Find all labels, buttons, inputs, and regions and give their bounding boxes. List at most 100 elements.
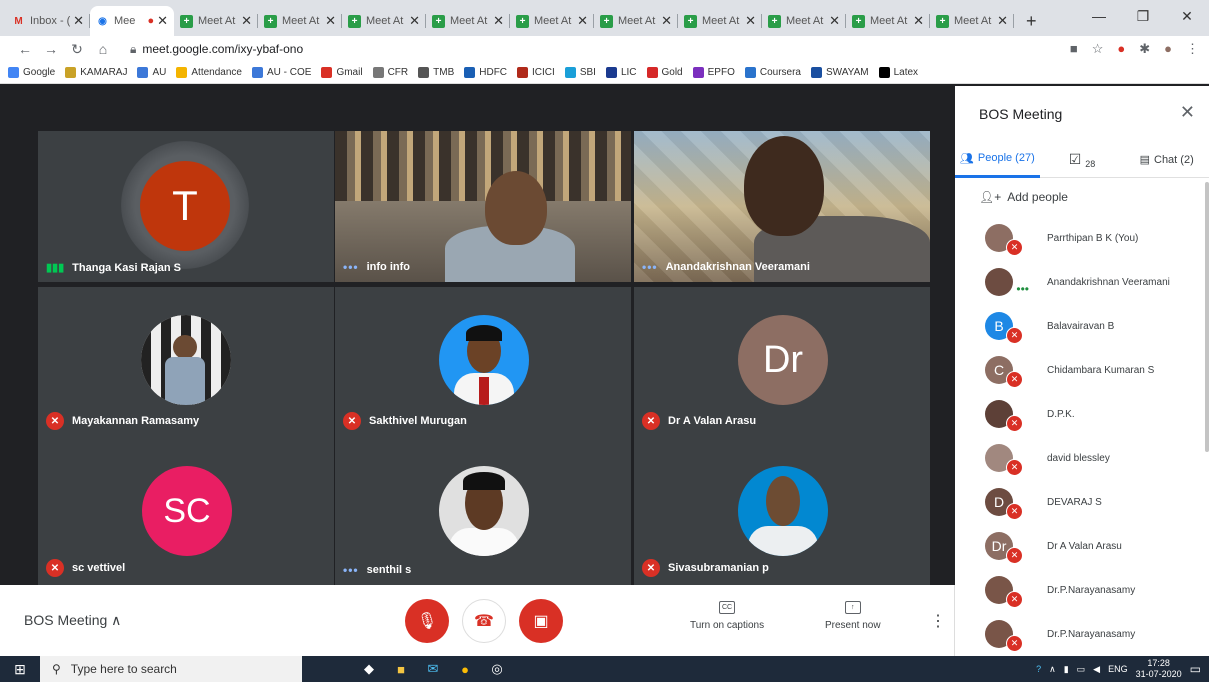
- puzzle-icon[interactable]: ✱: [1139, 41, 1150, 57]
- participant-tile[interactable]: ✕ Sakthivel Murugan: [335, 287, 631, 438]
- minimize-icon[interactable]: —: [1077, 0, 1121, 32]
- taskbar-search[interactable]: ⚲ Type here to search: [40, 656, 302, 682]
- bookmark-item[interactable]: TMB: [418, 67, 454, 78]
- browser-tab[interactable]: + Meet At ✕: [594, 6, 678, 36]
- extension-icon[interactable]: ●: [1117, 41, 1125, 57]
- clock[interactable]: 17:28 31-07-2020: [1136, 658, 1182, 680]
- participant-row[interactable]: Dr ✕ Dr A Valan Arasu: [955, 524, 1203, 568]
- participant-tile[interactable]: Dr ✕ Dr A Valan Arasu: [634, 287, 930, 438]
- participant-tile[interactable]: SC ✕ sc vettivel: [38, 436, 334, 585]
- microphone-toggle-button[interactable]: 🎙︎: [405, 599, 449, 643]
- home-icon[interactable]: ⌂: [90, 41, 116, 57]
- participant-tile[interactable]: ••• Anandakrishnan Veeramani: [634, 131, 930, 282]
- browser-tab[interactable]: + Meet At ✕: [846, 6, 930, 36]
- participant-row[interactable]: C ✕ Chidambara Kumaran S: [955, 348, 1203, 392]
- mail-icon[interactable]: ✉: [424, 660, 442, 678]
- profile-avatar[interactable]: ●: [1164, 41, 1172, 57]
- bookmark-item[interactable]: Gmail: [321, 67, 363, 78]
- close-tab-icon[interactable]: ✕: [913, 13, 924, 29]
- captions-button[interactable]: CC Turn on captions: [690, 601, 764, 631]
- close-window-icon[interactable]: ✕: [1165, 0, 1209, 32]
- camera-icon[interactable]: ■: [1070, 41, 1078, 57]
- bookmark-item[interactable]: AU - COE: [252, 67, 311, 78]
- participant-tile[interactable]: ✕ Mayakannan Ramasamy: [38, 287, 334, 438]
- more-options-icon[interactable]: ⋮: [930, 611, 946, 631]
- bookmark-item[interactable]: Gold: [646, 67, 683, 78]
- bookmark-item[interactable]: SBI: [564, 67, 596, 78]
- back-icon[interactable]: ←: [12, 41, 38, 57]
- tab-tasks[interactable]: ☑ 28: [1040, 142, 1125, 178]
- browser-tab[interactable]: ◉ Mee ● ✕: [90, 6, 174, 36]
- bookmark-star-icon[interactable]: ☆: [1092, 41, 1104, 57]
- browser-tab[interactable]: + Meet At ✕: [426, 6, 510, 36]
- bookmark-item[interactable]: Coursera: [744, 67, 801, 78]
- participant-row[interactable]: B ✕ Balavairavan B: [955, 304, 1203, 348]
- bookmark-item[interactable]: Latex: [878, 67, 918, 78]
- app-icon[interactable]: ◎: [488, 660, 506, 678]
- close-tab-icon[interactable]: ✕: [409, 13, 420, 29]
- participant-tile[interactable]: T ▮▮▮ Thanga Kasi Rajan S: [38, 131, 334, 282]
- bookmark-item[interactable]: EPFO: [692, 67, 735, 78]
- close-tab-icon[interactable]: ✕: [829, 13, 840, 29]
- bookmark-item[interactable]: Google: [8, 67, 55, 78]
- menu-kebab-icon[interactable]: ⋮: [1186, 41, 1199, 57]
- close-tab-icon[interactable]: ✕: [241, 13, 252, 29]
- close-tab-icon[interactable]: ✕: [325, 13, 336, 29]
- bookmark-item[interactable]: AU: [137, 67, 166, 78]
- meeting-details-button[interactable]: BOS Meeting ∧: [24, 612, 121, 629]
- help-icon[interactable]: ?: [1036, 664, 1041, 674]
- reload-icon[interactable]: ↻: [64, 41, 90, 58]
- browser-tab[interactable]: + Meet At ✕: [174, 6, 258, 36]
- new-tab-button[interactable]: +: [1014, 6, 1049, 36]
- bookmark-item[interactable]: LIC: [605, 67, 637, 78]
- bookmark-item[interactable]: ICICI: [517, 67, 555, 78]
- tab-people[interactable]: 👥︎ People (27): [955, 142, 1040, 178]
- close-tab-icon[interactable]: ✕: [157, 13, 168, 29]
- browser-tab[interactable]: M Inbox - (✕: [6, 6, 90, 36]
- browser-tab[interactable]: + Meet At ✕: [678, 6, 762, 36]
- participant-row[interactable]: ✕ D.P.K.: [955, 392, 1203, 436]
- network-icon[interactable]: ▮: [1064, 664, 1069, 675]
- bookmark-item[interactable]: SWAYAM: [811, 67, 869, 78]
- browser-tab[interactable]: + Meet At ✕: [762, 6, 846, 36]
- camera-toggle-button[interactable]: ▣: [519, 599, 563, 643]
- participant-tile[interactable]: ✕ Sivasubramanian p: [634, 436, 930, 585]
- close-icon[interactable]: ✕: [1180, 102, 1195, 123]
- chrome-icon[interactable]: ●: [456, 660, 474, 678]
- chevron-up-icon[interactable]: ∧: [1049, 664, 1056, 675]
- participant-row[interactable]: ✕ Dr.P.Narayanasamy: [955, 568, 1203, 612]
- leave-call-button[interactable]: ☎︎: [462, 599, 506, 643]
- app-icon[interactable]: ◆: [360, 660, 378, 678]
- participant-row[interactable]: ••• Anandakrishnan Veeramani: [955, 260, 1203, 304]
- participant-tile[interactable]: ••• senthil s: [335, 436, 631, 585]
- participant-row[interactable]: ✕ david blessley: [955, 436, 1203, 480]
- bookmark-item[interactable]: HDFC: [464, 67, 507, 78]
- present-now-button[interactable]: ↑ Present now: [825, 601, 881, 631]
- language-indicator[interactable]: ENG: [1108, 664, 1128, 674]
- browser-tab[interactable]: + Meet At ✕: [930, 6, 1014, 36]
- battery-icon[interactable]: ▭: [1077, 664, 1086, 675]
- browser-tab[interactable]: + Meet At ✕: [342, 6, 426, 36]
- panel-scrollbar[interactable]: [1205, 182, 1209, 452]
- windows-start-icon[interactable]: ⊞: [0, 656, 40, 682]
- participant-row[interactable]: ✕ Dr.P.Narayanasamy: [955, 612, 1203, 656]
- browser-tab[interactable]: + Meet At ✕: [258, 6, 342, 36]
- participant-row[interactable]: ✕ Parrthipan B K (You): [955, 216, 1203, 260]
- close-tab-icon[interactable]: ✕: [577, 13, 588, 29]
- volume-icon[interactable]: ◀: [1093, 664, 1100, 675]
- close-tab-icon[interactable]: ✕: [73, 13, 84, 29]
- add-people-button[interactable]: 👤︎+ Add people: [979, 190, 1068, 204]
- forward-icon[interactable]: →: [38, 41, 64, 57]
- close-tab-icon[interactable]: ✕: [493, 13, 504, 29]
- participant-row[interactable]: D ✕ DEVARAJ S: [955, 480, 1203, 524]
- close-tab-icon[interactable]: ✕: [745, 13, 756, 29]
- browser-tab[interactable]: + Meet At ✕: [510, 6, 594, 36]
- file-explorer-icon[interactable]: ■: [392, 660, 410, 678]
- close-tab-icon[interactable]: ✕: [661, 13, 672, 29]
- notification-icon[interactable]: ▭: [1190, 662, 1201, 676]
- participant-tile[interactable]: ••• info info: [335, 131, 631, 282]
- bookmark-item[interactable]: Attendance: [176, 67, 242, 78]
- tab-chat[interactable]: ▤ Chat (2): [1124, 142, 1209, 178]
- bookmark-item[interactable]: CFR: [372, 67, 408, 78]
- url-field[interactable]: 🔒︎ meet.google.com/ixy-ybaf-ono: [130, 42, 303, 57]
